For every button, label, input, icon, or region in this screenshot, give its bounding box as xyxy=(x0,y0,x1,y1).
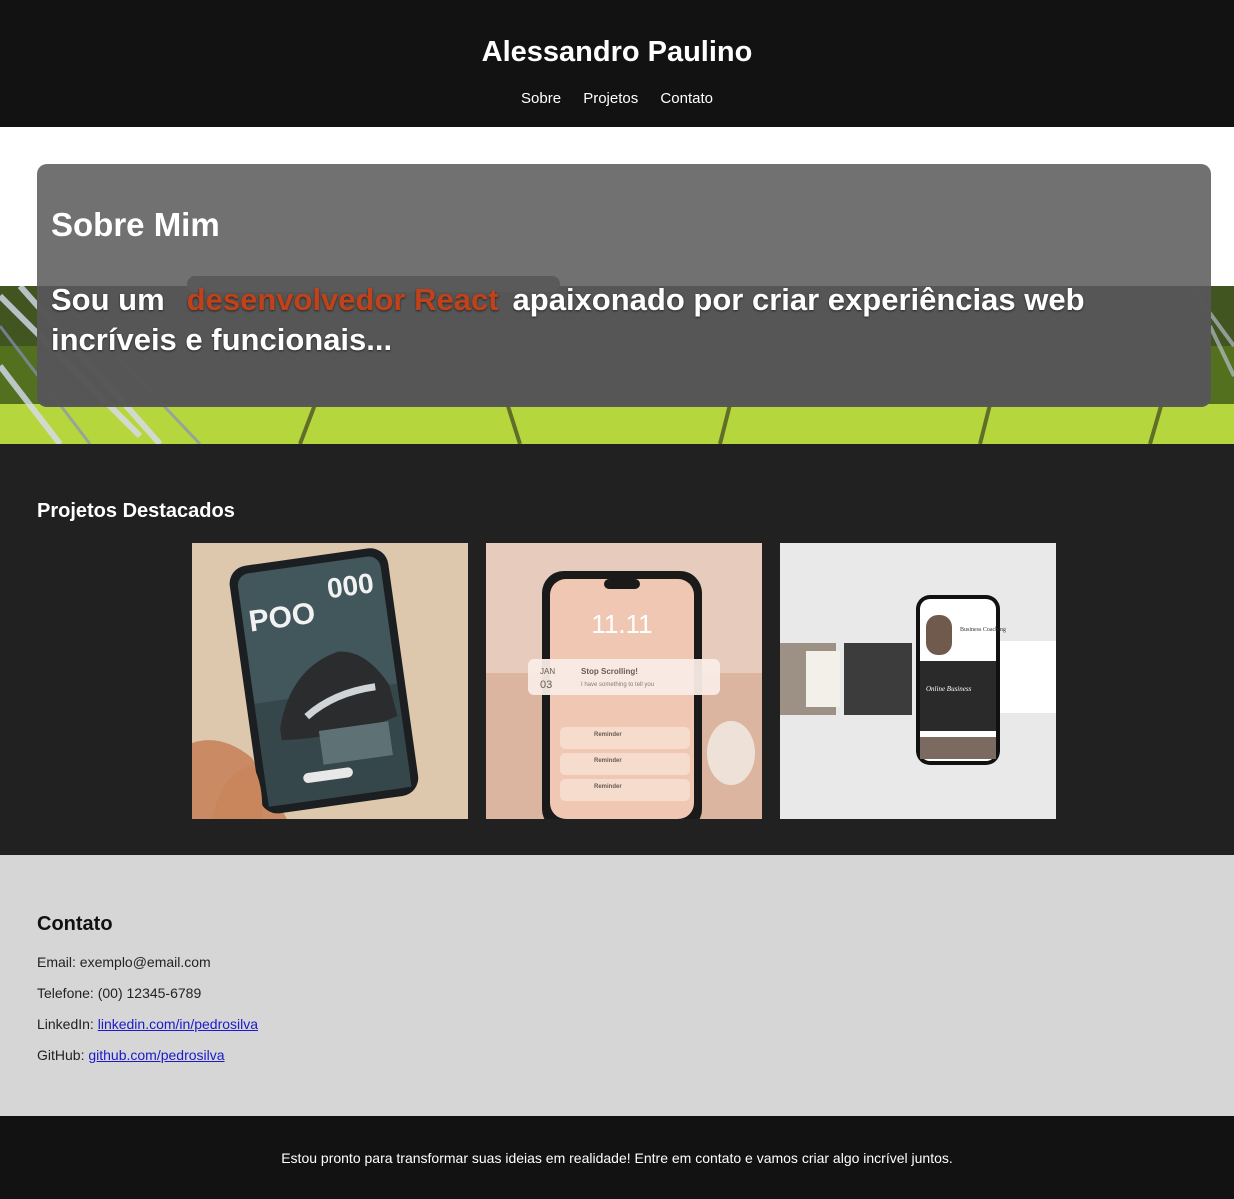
linkedin-label: LinkedIn: xyxy=(37,1016,94,1032)
svg-text:Reminder: Reminder xyxy=(594,784,622,790)
email-value: exemplo@email.com xyxy=(79,954,211,970)
svg-text:JAN: JAN xyxy=(540,667,555,676)
about-text-before: Sou um xyxy=(51,282,165,317)
sneaker-tablet-mockup-image: POO 000 xyxy=(192,543,468,819)
projects-section: Projetos Destacados POO 000 11.11 JAN 03… xyxy=(0,444,1234,855)
project-card-sneaker[interactable]: POO 000 xyxy=(192,543,468,819)
footer-text: Estou pronto para transformar suas ideia… xyxy=(281,1150,953,1166)
phone-value: (00) 12345-6789 xyxy=(97,985,202,1001)
linkedin-link[interactable]: linkedin.com/in/pedrosilva xyxy=(98,1016,258,1032)
nav-link-contato[interactable]: Contato xyxy=(660,90,713,107)
phone-label: Telefone: xyxy=(37,985,94,1001)
site-title: Alessandro Paulino xyxy=(481,36,753,68)
business-coaching-phone-mockup-image: Business Coaching Online Business xyxy=(780,543,1056,819)
main-nav: Sobre Projetos Contato xyxy=(0,90,1234,107)
svg-text:Reminder: Reminder xyxy=(594,732,622,738)
about-section: Sobre Mim Sou um desenvolvedor React apaix… xyxy=(0,127,1234,444)
svg-text:000: 000 xyxy=(325,567,376,604)
nav-link-projetos[interactable]: Projetos xyxy=(583,90,638,107)
svg-text:Stop Scrolling!: Stop Scrolling! xyxy=(581,667,638,676)
site-footer: Estou pronto para transformar suas ideia… xyxy=(0,1116,1234,1199)
svg-text:I have something to tell you: I have something to tell you xyxy=(581,682,654,688)
about-text: Sou um desenvolvedor React apaixonado por … xyxy=(51,280,1161,360)
email-label: Email: xyxy=(37,954,76,970)
about-highlight: desenvolvedor React xyxy=(186,282,499,317)
phone-lockscreen-mockup-image: 11.11 JAN 03 Stop Scrolling! I have some… xyxy=(486,543,762,819)
github-link[interactable]: github.com/pedrosilva xyxy=(88,1047,224,1063)
svg-text:Reminder: Reminder xyxy=(594,758,622,764)
about-card: Sobre Mim Sou um desenvolvedor React apaix… xyxy=(37,164,1211,407)
contact-title: Contato xyxy=(37,913,113,935)
project-card-business[interactable]: Business Coaching Online Business xyxy=(780,543,1056,819)
project-card-lockscreen[interactable]: 11.11 JAN 03 Stop Scrolling! I have some… xyxy=(486,543,762,819)
about-title: Sobre Mim xyxy=(51,206,220,243)
contact-email: Email: exemplo@email.com xyxy=(37,954,211,970)
contact-github: GitHub: github.com/pedrosilva xyxy=(37,1047,225,1063)
svg-text:Online Business: Online Business xyxy=(926,685,972,693)
svg-text:Business Coaching: Business Coaching xyxy=(960,627,1006,633)
site-header: Alessandro Paulino Sobre Projetos Contat… xyxy=(0,0,1234,127)
svg-text:03: 03 xyxy=(540,679,552,691)
projects-title: Projetos Destacados xyxy=(37,500,235,522)
nav-link-sobre[interactable]: Sobre xyxy=(521,90,561,107)
contact-section: Contato Email: exemplo@email.com Telefon… xyxy=(0,855,1234,1116)
svg-text:11.11: 11.11 xyxy=(591,609,652,639)
contact-phone: Telefone: (00) 12345-6789 xyxy=(37,985,201,1001)
contact-linkedin: LinkedIn: linkedin.com/in/pedrosilva xyxy=(37,1016,258,1032)
github-label: GitHub: xyxy=(37,1047,85,1063)
